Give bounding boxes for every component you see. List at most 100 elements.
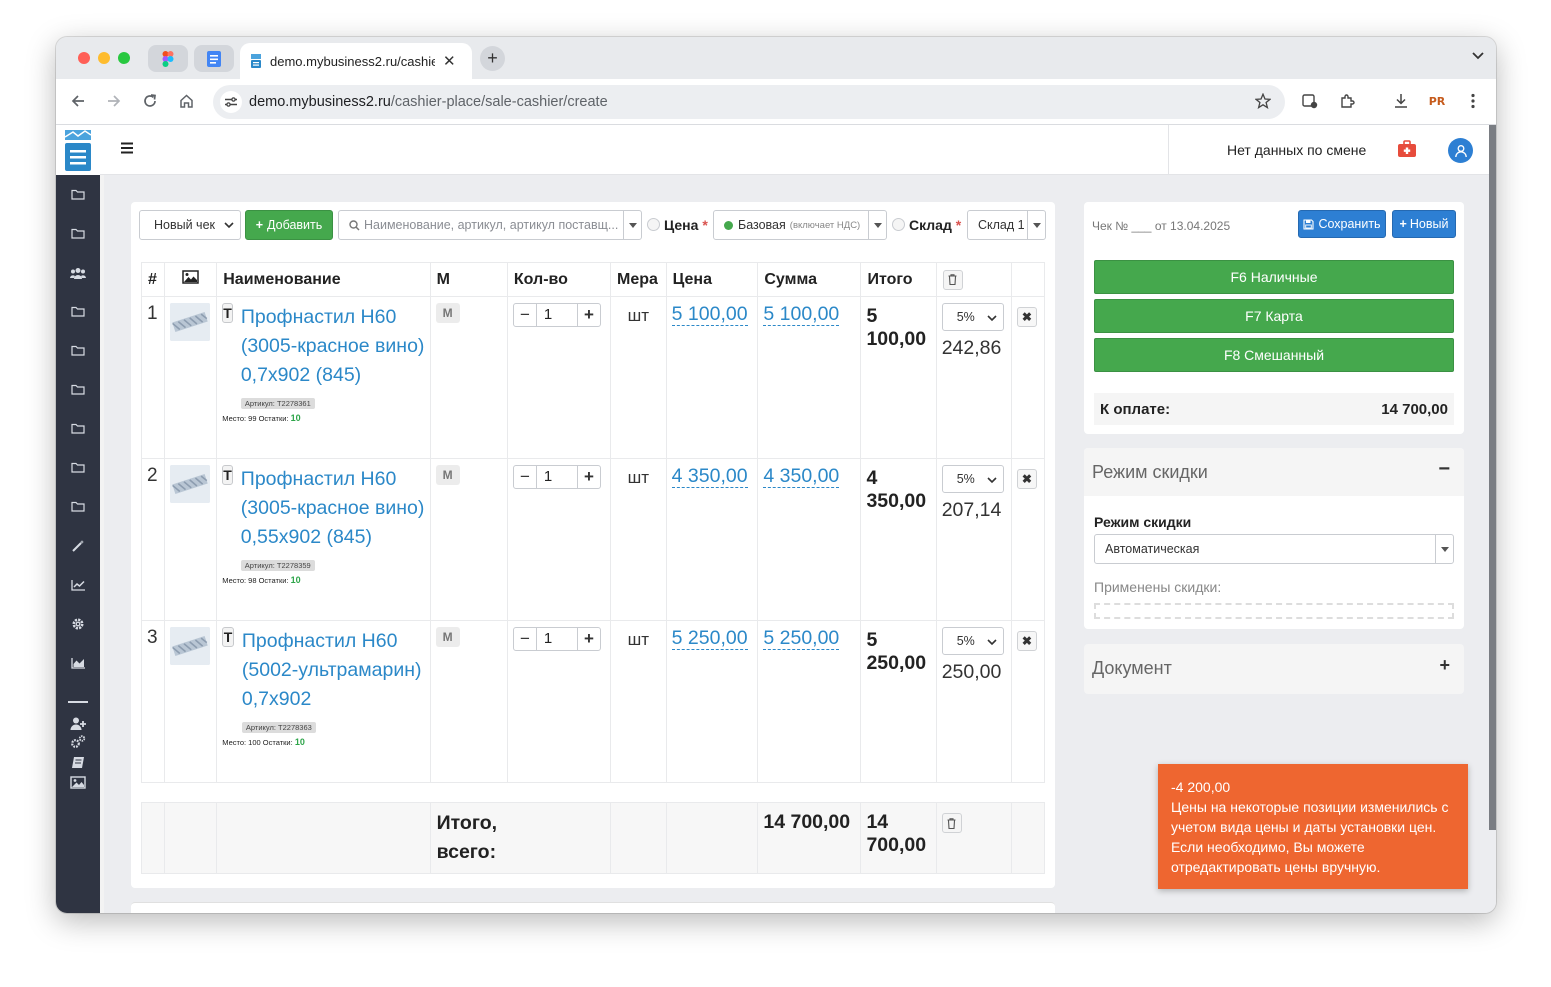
sidebar-folder-icon[interactable] <box>56 409 100 448</box>
close-window-button[interactable] <box>78 52 90 64</box>
discount-select[interactable]: 5% <box>941 303 1004 331</box>
product-name-link[interactable]: Профнастил Н60 (5002-ультрамарин) 0,7х90… <box>242 627 425 714</box>
decrement-button[interactable]: − <box>514 628 536 650</box>
m-badge[interactable]: М <box>435 627 460 647</box>
price-editable[interactable]: 5 250,00 <box>671 627 748 650</box>
quantity-input[interactable]: 1 <box>535 466 578 488</box>
page-scrollbar[interactable] <box>1489 125 1496 830</box>
sidebar-folder-icon[interactable] <box>56 331 100 370</box>
applied-discounts-dropzone <box>1094 603 1454 619</box>
price-type-dropdown-toggle[interactable] <box>868 211 886 239</box>
remove-row-icon[interactable]: ✖ <box>1016 469 1037 489</box>
sidebar-magic-wand-icon[interactable] <box>56 526 100 565</box>
caret-down-icon <box>873 222 882 228</box>
home-icon[interactable] <box>174 89 198 113</box>
pinned-tab-docs[interactable] <box>194 45 234 72</box>
new-tab-button[interactable]: + <box>480 46 505 71</box>
pinned-tab-figma[interactable] <box>148 45 188 72</box>
remove-row-icon[interactable]: ✖ <box>1016 307 1037 327</box>
increment-button[interactable]: + <box>578 628 600 650</box>
sidebar-folder-icon[interactable] <box>56 487 100 526</box>
extensions-puzzle-icon[interactable] <box>1336 89 1360 113</box>
sidebar-book-icon[interactable] <box>56 752 100 772</box>
active-tab[interactable]: demo.mybusiness2.ru/cashier- ✕ <box>240 43 472 79</box>
first-aid-icon[interactable] <box>1397 140 1417 161</box>
sidebar-folder-icon[interactable] <box>56 214 100 253</box>
decrement-button[interactable]: − <box>514 466 536 488</box>
close-tab-icon[interactable]: ✕ <box>443 52 456 70</box>
m-badge[interactable]: М <box>435 465 460 485</box>
product-thumbnail[interactable] <box>169 465 210 503</box>
sidebar-line-chart-icon[interactable] <box>56 565 100 604</box>
user-avatar-icon[interactable] <box>1448 138 1473 163</box>
warehouse-dropdown-toggle[interactable] <box>1027 211 1045 239</box>
extension-reader-icon[interactable] <box>1298 89 1322 113</box>
bookmark-star-icon[interactable] <box>1254 92 1272 112</box>
minimize-window-button[interactable] <box>98 52 110 64</box>
price-editable[interactable]: 5 100,00 <box>671 303 748 326</box>
increment-button[interactable]: + <box>578 466 600 488</box>
pay-card-button[interactable]: F7 Карта <box>1094 299 1454 333</box>
quantity-input[interactable]: 1 <box>535 628 578 650</box>
sum-editable[interactable]: 5 100,00 <box>763 303 840 326</box>
save-button[interactable]: Сохранить <box>1298 210 1386 238</box>
sum-editable[interactable]: 5 250,00 <box>763 627 840 650</box>
sidebar-settings-icon[interactable] <box>56 732 100 752</box>
reload-icon[interactable] <box>138 89 162 113</box>
price-editable[interactable]: 4 350,00 <box>671 465 748 488</box>
discount-mode-dropdown-toggle[interactable] <box>1435 535 1453 563</box>
expand-icon[interactable]: + <box>1439 655 1450 676</box>
search-dropdown-toggle[interactable] <box>623 211 641 239</box>
discount-select[interactable]: 5% <box>941 627 1004 655</box>
footer-trash-icon[interactable] <box>941 813 962 833</box>
price-type-select[interactable]: Базовая (включает НДС) <box>713 210 887 240</box>
price-change-toast[interactable]: -4 200,00 Цены на некоторые позиции изме… <box>1158 764 1468 889</box>
sidebar-folder-icon[interactable] <box>56 370 100 409</box>
pr-extension-icon[interactable]: PR <box>1425 89 1449 113</box>
product-search-input[interactable]: Наименование, артикул, артикул поставщ..… <box>338 210 642 240</box>
add-button[interactable]: + Добавить <box>245 210 333 240</box>
browser-menu-icon[interactable] <box>1461 89 1485 113</box>
product-name-link[interactable]: Профнастил Н60 (3005-красное вино) 0,7х9… <box>241 303 425 390</box>
price-info-icon[interactable] <box>647 218 660 231</box>
clear-all-trash-icon[interactable] <box>942 269 963 290</box>
discount-panel-header[interactable]: Режим скидки − <box>1084 448 1464 496</box>
tab-search-icon[interactable] <box>1472 49 1484 63</box>
sidebar-users-icon[interactable] <box>56 253 100 292</box>
pay-cash-button[interactable]: F6 Наличные <box>1094 260 1454 294</box>
collapse-icon[interactable]: − <box>1438 458 1450 481</box>
product-name-link[interactable]: Профнастил Н60 (3005-красное вино) 0,55х… <box>241 465 425 552</box>
hamburger-menu-icon[interactable] <box>120 142 134 157</box>
sidebar-folder-icon[interactable] <box>56 448 100 487</box>
sidebar-add-user-icon[interactable] <box>56 713 100 733</box>
shift-status[interactable]: Нет данных по смене <box>1227 142 1366 158</box>
sidebar-folder-icon[interactable] <box>56 292 100 331</box>
discount-select[interactable]: 5% <box>941 465 1004 493</box>
document-panel[interactable]: Документ + <box>1084 644 1464 694</box>
download-icon[interactable] <box>1389 89 1413 113</box>
back-icon[interactable] <box>66 89 90 113</box>
sidebar-area-chart-icon[interactable] <box>56 643 100 682</box>
sidebar-folder-icon[interactable] <box>56 175 100 214</box>
new-check-button[interactable]: + Новый <box>1392 210 1456 238</box>
forward-icon[interactable] <box>102 89 126 113</box>
warehouse-info-icon[interactable] <box>892 218 905 231</box>
address-bar[interactable]: demo.mybusiness2.ru/cashier-place/sale-c… <box>213 85 1285 119</box>
check-select[interactable]: Новый чек <box>139 210 241 240</box>
m-badge[interactable]: М <box>435 303 460 323</box>
sidebar-image-icon[interactable] <box>56 772 100 792</box>
quantity-input[interactable]: 1 <box>535 304 578 326</box>
maximize-window-button[interactable] <box>118 52 130 64</box>
sum-editable[interactable]: 4 350,00 <box>763 465 840 488</box>
product-thumbnail[interactable] <box>169 303 210 341</box>
increment-button[interactable]: + <box>578 304 600 326</box>
app-logo[interactable] <box>56 125 100 175</box>
sidebar-gear-icon[interactable] <box>56 604 100 643</box>
pay-mixed-button[interactable]: F8 Смешанный <box>1094 338 1454 372</box>
remove-row-icon[interactable]: ✖ <box>1016 631 1037 651</box>
product-thumbnail[interactable] <box>169 627 210 665</box>
site-settings-icon[interactable] <box>220 91 242 113</box>
discount-mode-select[interactable]: Автоматическая <box>1094 534 1454 564</box>
warehouse-select[interactable]: Склад 1 <box>967 210 1046 240</box>
decrement-button[interactable]: − <box>514 304 536 326</box>
